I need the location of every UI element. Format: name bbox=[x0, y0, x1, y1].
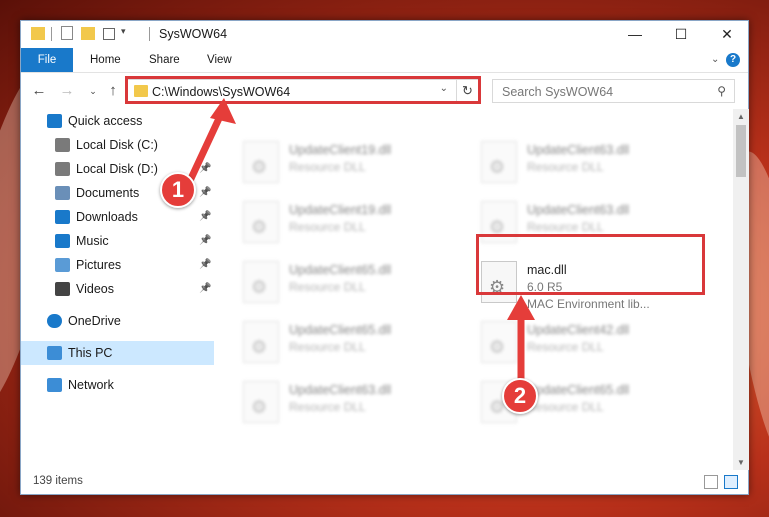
callout-arrows bbox=[184, 98, 535, 392]
callout-badge-2: 2 bbox=[502, 378, 538, 414]
callout-badge-1: 1 bbox=[160, 172, 196, 208]
callout-arrow-1 bbox=[184, 108, 226, 189]
arrowhead-2 bbox=[507, 295, 535, 320]
arrowhead-1 bbox=[210, 98, 236, 124]
